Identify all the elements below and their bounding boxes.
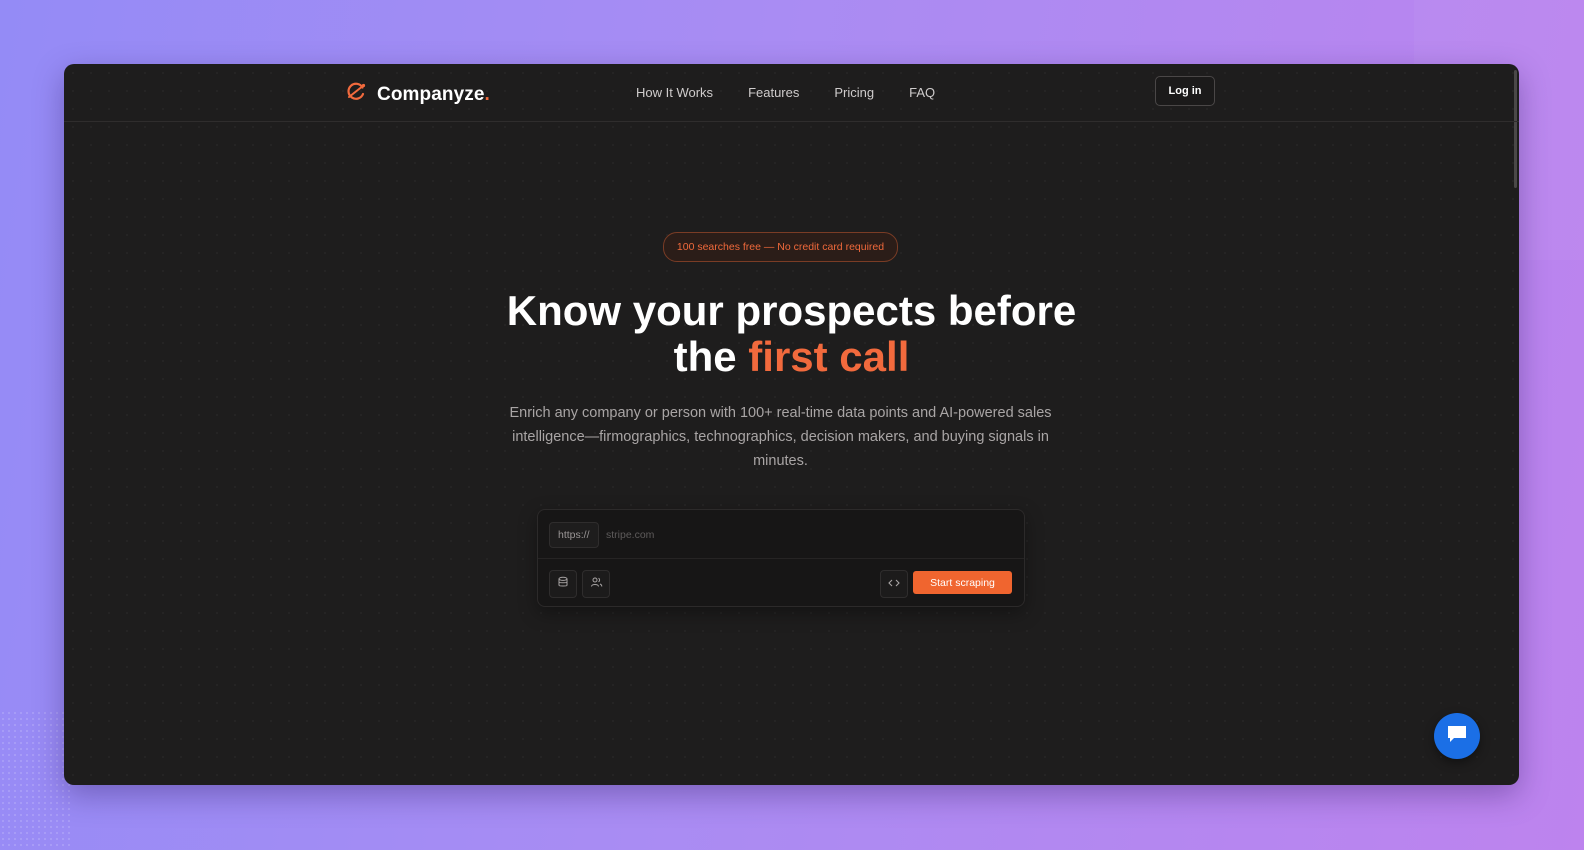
headline-line-2-plain: the: [673, 333, 737, 380]
login-button[interactable]: Log in: [1155, 76, 1215, 106]
url-row: https://: [538, 510, 1024, 559]
start-scraping-button[interactable]: Start scraping: [913, 571, 1012, 594]
nav-link-how-it-works[interactable]: How It Works: [636, 85, 713, 100]
headline-line-1: Know your prospects before: [506, 287, 1077, 334]
brand[interactable]: Companyze.: [345, 81, 490, 108]
background-dots: [0, 710, 70, 850]
database-button[interactable]: [549, 570, 577, 598]
database-icon: [557, 575, 569, 593]
orbit-icon: [345, 81, 367, 108]
brand-name: Companyze.: [377, 83, 490, 105]
headline-accent: first call: [748, 333, 910, 380]
nav-links: How It Works Features Pricing FAQ: [636, 85, 935, 100]
nav-link-faq[interactable]: FAQ: [909, 85, 935, 100]
chat-bubble-icon: [1445, 723, 1469, 750]
url-input[interactable]: [604, 522, 1008, 548]
browser-window: Companyze. How It Works Features Pricing…: [64, 64, 1519, 785]
free-searches-badge: 100 searches free — No credit card requi…: [663, 232, 898, 262]
people-button[interactable]: [582, 570, 610, 598]
nav-link-features[interactable]: Features: [748, 85, 799, 100]
scrape-form: https:// stripe.com Start scraping: [537, 509, 1025, 607]
nav-link-pricing[interactable]: Pricing: [834, 85, 874, 100]
top-navigation: Companyze. How It Works Features Pricing…: [64, 64, 1519, 122]
code-view-button[interactable]: [880, 570, 908, 598]
code-icon: [888, 575, 900, 593]
users-icon: [590, 575, 603, 593]
hero-headline: Know your prospects before the first cal…: [64, 288, 1519, 380]
url-prefix: https://: [549, 522, 599, 548]
chat-launcher-button[interactable]: [1434, 713, 1480, 759]
hero-subtitle: Enrich any company or person with 100+ r…: [509, 405, 1052, 469]
brand-dot: .: [484, 83, 490, 105]
